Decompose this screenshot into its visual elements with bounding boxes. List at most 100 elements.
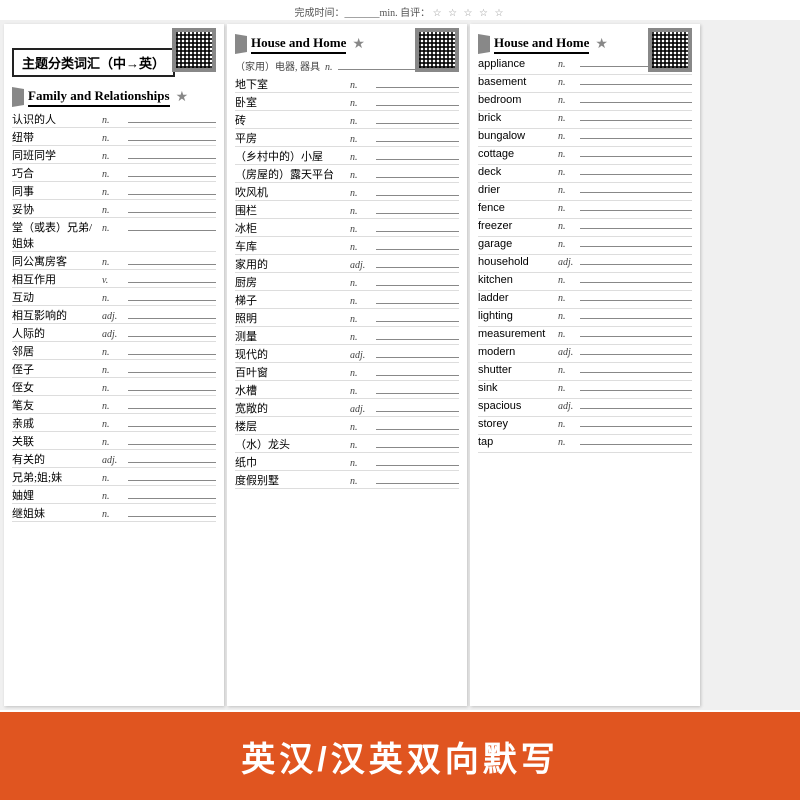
vocab-english: measurement — [478, 328, 558, 340]
list-item: 同公寓房客 n. — [12, 253, 216, 270]
vocab-answer-line — [128, 140, 216, 141]
vocab-english: kitchen — [478, 274, 558, 286]
vocab-pos: adj. — [102, 455, 124, 466]
vocab-pos: n. — [102, 223, 124, 234]
vocab-chinese: 砖 — [235, 112, 350, 128]
vocab-answer-line — [376, 357, 459, 358]
vocab-answer-line — [128, 176, 216, 177]
vocab-pos: n. — [102, 133, 124, 144]
vocab-pos: n. — [350, 98, 372, 109]
vocab-pos: n. — [558, 59, 576, 70]
vocab-chinese: 地下室 — [235, 76, 350, 92]
list-item: bedroom n. — [478, 94, 692, 111]
vocab-pos: n. — [350, 422, 372, 433]
vocab-answer-line — [376, 285, 459, 286]
vocab-english: bedroom — [478, 94, 558, 106]
list-item: 妥协 n. — [12, 201, 216, 218]
vocab-answer-line — [580, 156, 692, 157]
vocab-answer-line — [376, 447, 459, 448]
vocab-chinese: 楼层 — [235, 418, 350, 434]
list-item: 砖 n. — [235, 112, 459, 129]
vocab-pos: adj. — [558, 257, 576, 268]
vocab-pos: n. — [558, 203, 576, 214]
vocab-pos: n. — [350, 224, 372, 235]
list-item: basement n. — [478, 76, 692, 93]
vocab-chinese: 侄子 — [12, 361, 102, 377]
list-item: （水）龙头 n. — [235, 436, 459, 453]
list-item: deck n. — [478, 166, 692, 183]
vocab-chinese: 吹风机 — [235, 184, 350, 200]
vocab-answer-line — [580, 246, 692, 247]
vocab-chinese: 纸巾 — [235, 454, 350, 470]
vocab-pos: n. — [558, 131, 576, 142]
vocab-answer-line — [376, 141, 459, 142]
list-item: 平房 n. — [235, 130, 459, 147]
vocab-pos: n. — [350, 170, 372, 181]
vocab-answer-line — [376, 393, 459, 394]
list-item: 家用的 adj. — [235, 256, 459, 273]
list-item: cottage n. — [478, 148, 692, 165]
vocab-pos: adj. — [350, 404, 372, 415]
vocab-chinese: 围栏 — [235, 202, 350, 218]
vocab-chinese: 照明 — [235, 310, 350, 326]
vocab-answer-line — [128, 318, 216, 319]
vocab-pos: n. — [350, 386, 372, 397]
vocab-pos: n. — [558, 239, 576, 250]
list-item: 厨房 n. — [235, 274, 459, 291]
vocab-answer-line — [580, 84, 692, 85]
list-item: 关联 n. — [12, 433, 216, 450]
right-qr-code — [648, 28, 692, 72]
vocab-chinese: （房屋的）露天平台 — [235, 166, 350, 182]
vocab-pos: adj. — [350, 350, 372, 361]
vocab-english: cottage — [478, 148, 558, 160]
vocab-pos: n. — [558, 113, 576, 124]
qr-pattern — [176, 32, 212, 68]
vocab-english: household — [478, 256, 558, 268]
vocab-chinese: 同事 — [12, 183, 102, 199]
left-vocab-list: 认识的人 n. 纽带 n. 同班同学 n. 巧合 n. 同事 n. 妥协 n. … — [12, 111, 216, 522]
vocab-pos: adj. — [102, 329, 124, 340]
vocab-answer-line — [128, 480, 216, 481]
list-item: 堂（或表）兄弟/姐妹 n. — [12, 219, 216, 252]
vocab-answer-line — [128, 390, 216, 391]
vocab-answer-line — [580, 264, 692, 265]
vocab-pos: n. — [350, 134, 372, 145]
vocab-answer-line — [376, 123, 459, 124]
vocab-chinese: （乡村中的）小屋 — [235, 148, 350, 164]
list-item: fence n. — [478, 202, 692, 219]
right-page: House and Home ★ appliance n. basement n… — [470, 24, 700, 706]
vocab-chinese: 冰柜 — [235, 220, 350, 236]
vocab-chinese: 有关的 — [12, 451, 102, 467]
vocab-answer-line — [580, 192, 692, 193]
vocab-english: shutter — [478, 364, 558, 376]
vocab-answer-line — [128, 372, 216, 373]
vocab-chinese: 妯娌 — [12, 487, 102, 503]
list-item: 亲戚 n. — [12, 415, 216, 432]
vocab-pos: n. — [350, 314, 372, 325]
vocab-answer-line — [128, 194, 216, 195]
list-item: 纽带 n. — [12, 129, 216, 146]
vocab-pos: n. — [558, 221, 576, 232]
vocab-chinese: 平房 — [235, 130, 350, 146]
vocab-english: deck — [478, 166, 558, 178]
list-item: 测量 n. — [235, 328, 459, 345]
list-item: storey n. — [478, 418, 692, 435]
vocab-answer-line — [376, 267, 459, 268]
vocab-pos: n. — [350, 152, 372, 163]
vocab-pos: n. — [558, 77, 576, 88]
banner-text: 英汉/汉英双向默写 — [241, 732, 558, 781]
vocab-chinese: 卧室 — [235, 94, 350, 110]
vocab-pos: n. — [558, 437, 576, 448]
list-item: 水槽 n. — [235, 382, 459, 399]
list-item: 侄女 n. — [12, 379, 216, 396]
right-vocab-list: appliance n. basement n. bedroom n. bric… — [478, 58, 692, 453]
vocab-chinese: （水）龙头 — [235, 436, 350, 452]
vocab-answer-line — [376, 429, 459, 430]
vocab-pos: n. — [102, 205, 124, 216]
vocab-chinese: 侄女 — [12, 379, 102, 395]
list-item: 度假别墅 n. — [235, 472, 459, 489]
vocab-answer-line — [580, 336, 692, 337]
vocab-pos: n. — [102, 383, 124, 394]
vocab-answer-line — [580, 408, 692, 409]
vocab-pos: n. — [350, 368, 372, 379]
